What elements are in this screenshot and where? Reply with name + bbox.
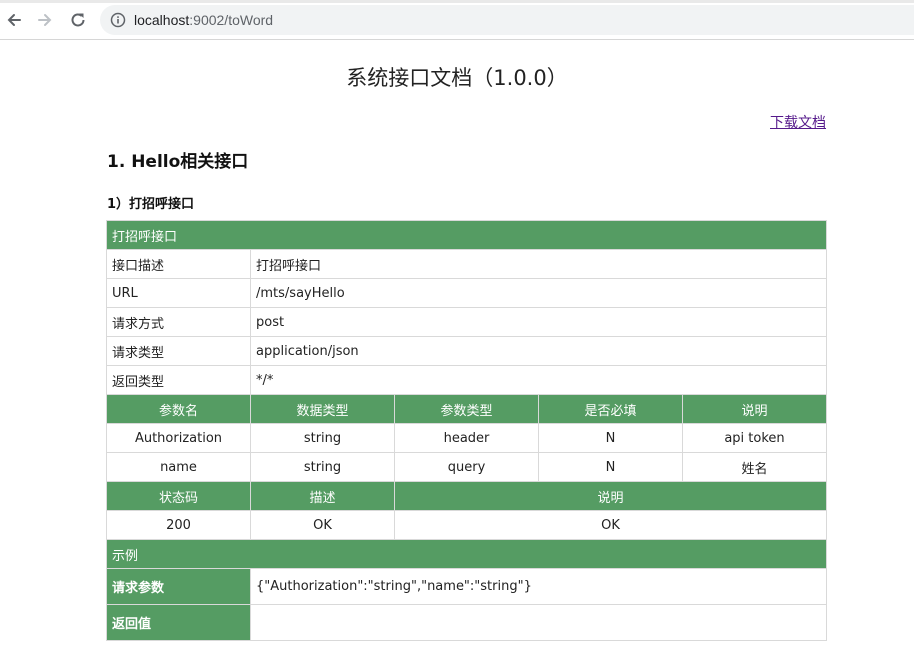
info-label: 返回类型 — [106, 365, 251, 395]
param-header-row: 参数名 数据类型 参数类型 是否必填 说明 — [106, 394, 827, 424]
example-header: 示例 — [106, 539, 827, 569]
info-row: 请求方式 post — [106, 307, 827, 337]
info-value: 打招呼接口 — [250, 249, 827, 279]
param-cell: string — [250, 452, 395, 482]
param-cell: N — [538, 423, 683, 453]
info-row: 返回类型 */* — [106, 365, 827, 395]
arrow-right-icon — [38, 14, 52, 26]
info-value: /mts/sayHello — [250, 278, 827, 308]
param-cell: string — [250, 423, 395, 453]
request-label: 请求参数 — [106, 568, 251, 605]
info-value: */* — [250, 365, 827, 395]
info-row: 请求类型 application/json — [106, 336, 827, 366]
info-label: 接口描述 — [106, 249, 251, 279]
param-column-header: 数据类型 — [250, 394, 395, 424]
response-value — [250, 604, 827, 641]
page-title: 系统接口文档（1.0.0） — [346, 66, 568, 90]
param-column-header: 参数名 — [106, 394, 251, 424]
url-text[interactable]: localhost:9002/toWord — [134, 12, 273, 28]
status-note: OK — [394, 510, 827, 540]
url-path: :9002/toWord — [189, 12, 274, 28]
param-cell: query — [394, 452, 539, 482]
info-value: post — [250, 307, 827, 337]
status-header-row: 状态码 描述 说明 — [106, 481, 827, 511]
download-document-link[interactable]: 下载文档 — [770, 112, 826, 132]
url-host: localhost — [134, 12, 190, 28]
response-label: 返回值 — [106, 604, 251, 641]
param-cell: Authorization — [106, 423, 251, 453]
tab-strip-edge — [0, 0, 914, 3]
param-row: name string query N 姓名 — [106, 452, 827, 482]
address-bar[interactable]: localhost:9002/toWord — [100, 5, 914, 35]
status-code: 200 — [106, 510, 251, 540]
info-row: 接口描述 打招呼接口 — [106, 249, 827, 279]
reload-icon — [71, 13, 85, 27]
section-heading: 1. Hello相关接口 — [107, 152, 249, 172]
status-column-header: 说明 — [394, 481, 827, 511]
response-example-row: 返回值 — [106, 604, 827, 641]
reload-button[interactable] — [66, 8, 90, 32]
info-row: URL /mts/sayHello — [106, 278, 827, 308]
back-button[interactable] — [2, 8, 26, 32]
api-header-row: 打招呼接口 — [106, 220, 827, 250]
param-cell: N — [538, 452, 683, 482]
info-label: URL — [106, 278, 251, 308]
request-example-row: 请求参数 {"Authorization":"string","name":"s… — [106, 568, 827, 605]
api-table: 打招呼接口 接口描述 打招呼接口 URL /mts/sayHello 请求方式 … — [106, 220, 827, 641]
param-column-header: 说明 — [682, 394, 827, 424]
info-label: 请求类型 — [106, 336, 251, 366]
param-cell: header — [394, 423, 539, 453]
param-column-header: 是否必填 — [538, 394, 683, 424]
subsection-heading: 1）打招呼接口 — [107, 197, 195, 212]
param-column-header: 参数类型 — [394, 394, 539, 424]
info-icon[interactable] — [110, 12, 126, 28]
param-cell: 姓名 — [682, 452, 827, 482]
status-description: OK — [250, 510, 395, 540]
status-column-header: 描述 — [250, 481, 395, 511]
forward-button[interactable] — [33, 8, 57, 32]
api-header: 打招呼接口 — [106, 220, 827, 250]
status-row: 200 OK OK — [106, 510, 827, 540]
example-header-row: 示例 — [106, 539, 827, 569]
arrow-left-icon — [7, 14, 21, 26]
param-cell: name — [106, 452, 251, 482]
request-value: {"Authorization":"string","name":"string… — [250, 568, 827, 605]
param-row: Authorization string header N api token — [106, 423, 827, 453]
param-cell: api token — [682, 423, 827, 453]
browser-toolbar: localhost:9002/toWord — [0, 0, 914, 40]
info-label: 请求方式 — [106, 307, 251, 337]
status-column-header: 状态码 — [106, 481, 251, 511]
info-value: application/json — [250, 336, 827, 366]
page-content: 系统接口文档（1.0.0） 下载文档 1. Hello相关接口 1）打招呼接口 … — [0, 40, 914, 658]
